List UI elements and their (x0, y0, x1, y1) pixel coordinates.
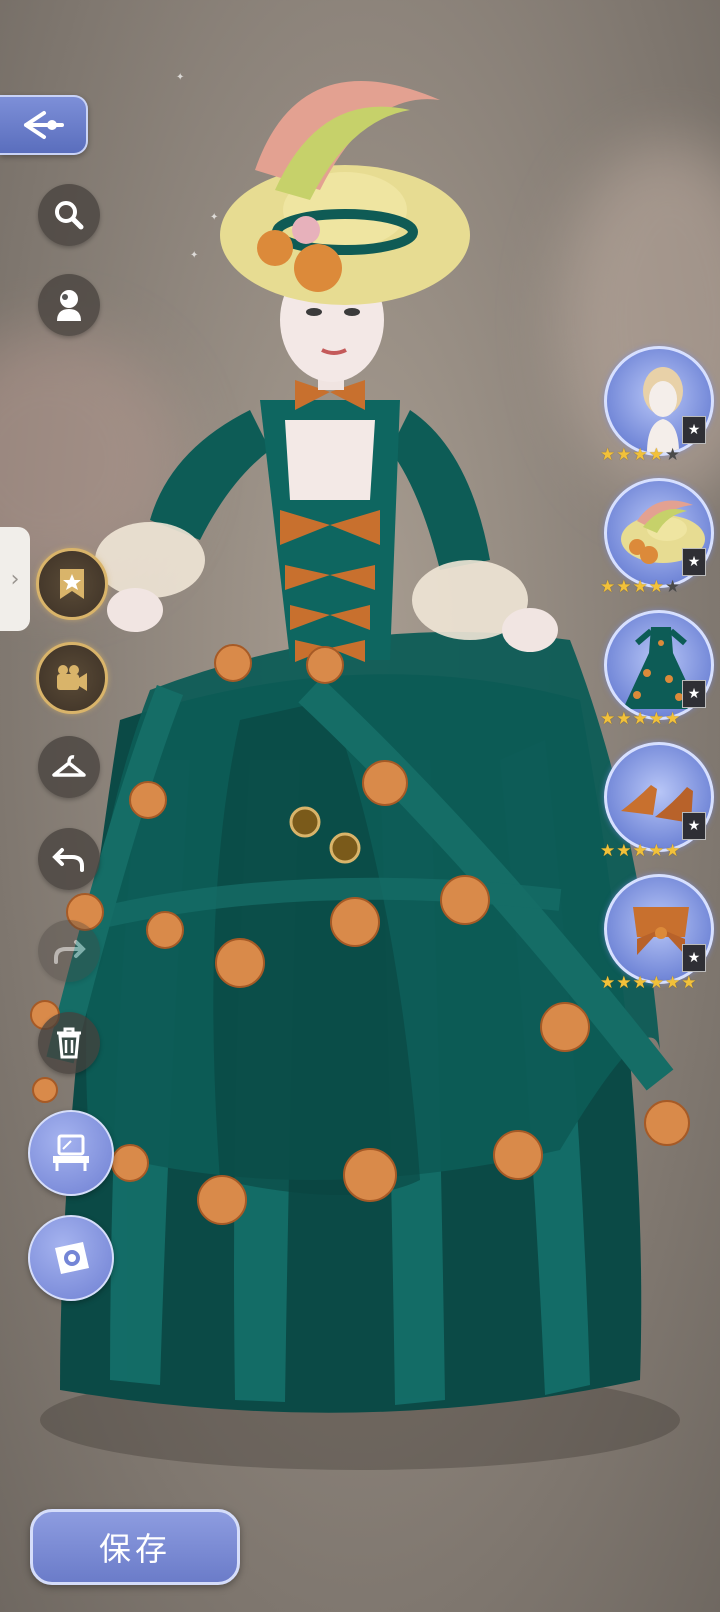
star-icon: ★ (632, 973, 648, 993)
star-icon: ★ (665, 577, 681, 597)
slot-badge: ★ (682, 812, 706, 840)
hanger-icon (52, 755, 86, 777)
redo-icon (54, 940, 86, 964)
photo-icon (55, 1242, 89, 1274)
star-icon: ★ (616, 577, 632, 597)
star-icon: ★ (616, 445, 632, 465)
star-rating: ★ ★ ★ ★ ★ (600, 710, 712, 728)
star-icon: ★ (665, 445, 681, 465)
outfit-slot-hair[interactable]: ★ ★ ★ ★ ★ ★ (600, 346, 714, 464)
outfit-slot-hat[interactable]: ★ ★ ★ ★ ★ ★ (600, 478, 714, 596)
scene-button[interactable] (28, 1110, 114, 1196)
undo-icon (52, 848, 84, 872)
star-icon: ★ (648, 445, 664, 465)
back-button[interactable] (0, 95, 88, 155)
delete-button[interactable] (38, 1012, 100, 1074)
star-rating: ★ ★ ★ ★ ★ (600, 578, 712, 596)
star-icon: ★ (600, 973, 616, 993)
star-icon: ★ (632, 445, 648, 465)
photo-button[interactable] (28, 1215, 114, 1301)
save-button-label: 保存 (98, 1530, 171, 1568)
chevron-right-icon: › (10, 566, 20, 592)
star-icon: ★ (648, 709, 664, 729)
star-rating: ★ ★ ★ ★ ★ (600, 842, 712, 860)
star-icon: ★ (648, 577, 664, 597)
search-icon (55, 201, 84, 230)
hairstyle-button[interactable] (38, 274, 100, 336)
search-button[interactable] (38, 184, 100, 246)
star-icon: ★ (600, 445, 616, 465)
star-icon: ★ (632, 577, 648, 597)
star-icon: ★ (632, 709, 648, 729)
outfit-slot-dress[interactable]: ★ ★ ★ ★ ★ ★ (600, 610, 714, 728)
redo-button[interactable] (38, 920, 100, 982)
trash-icon (57, 1027, 81, 1059)
save-button[interactable]: 保存 (30, 1509, 240, 1585)
bookmark-star-icon (60, 569, 84, 599)
undo-button[interactable] (38, 828, 100, 890)
star-icon: ★ (665, 709, 681, 729)
star-icon: ★ (648, 973, 664, 993)
star-icon: ★ (665, 841, 681, 861)
outfit-slot-accessory[interactable]: ★ ★ ★ ★ ★ ★ ★ (600, 874, 714, 992)
star-icon: ★ (600, 841, 616, 861)
star-icon: ★ (600, 577, 616, 597)
star-icon: ★ (600, 709, 616, 729)
star-icon: ★ (616, 841, 632, 861)
star-icon: ★ (616, 973, 632, 993)
star-rating: ★ ★ ★ ★ ★ (600, 446, 712, 464)
star-icon: ★ (648, 841, 664, 861)
star-icon: ★ (632, 841, 648, 861)
slot-badge: ★ (682, 944, 706, 972)
outfit-slot-shoes[interactable]: ★ ★ ★ ★ ★ ★ (600, 742, 714, 860)
camera-icon (57, 665, 87, 691)
record-button[interactable] (36, 642, 108, 714)
bust-icon (57, 290, 81, 321)
slot-badge: ★ (682, 680, 706, 708)
slot-badge: ★ (682, 416, 706, 444)
back-arrow-icon (24, 111, 64, 139)
side-panel-toggle[interactable]: › (0, 527, 30, 631)
star-rating: ★ ★ ★ ★ ★ ★ (600, 974, 712, 992)
star-icon: ★ (665, 973, 681, 993)
favorite-button[interactable] (36, 548, 108, 620)
vanity-icon (53, 1134, 89, 1171)
star-icon: ★ (681, 973, 697, 993)
wardrobe-button[interactable] (38, 736, 100, 798)
slot-badge: ★ (682, 548, 706, 576)
star-icon: ★ (616, 709, 632, 729)
